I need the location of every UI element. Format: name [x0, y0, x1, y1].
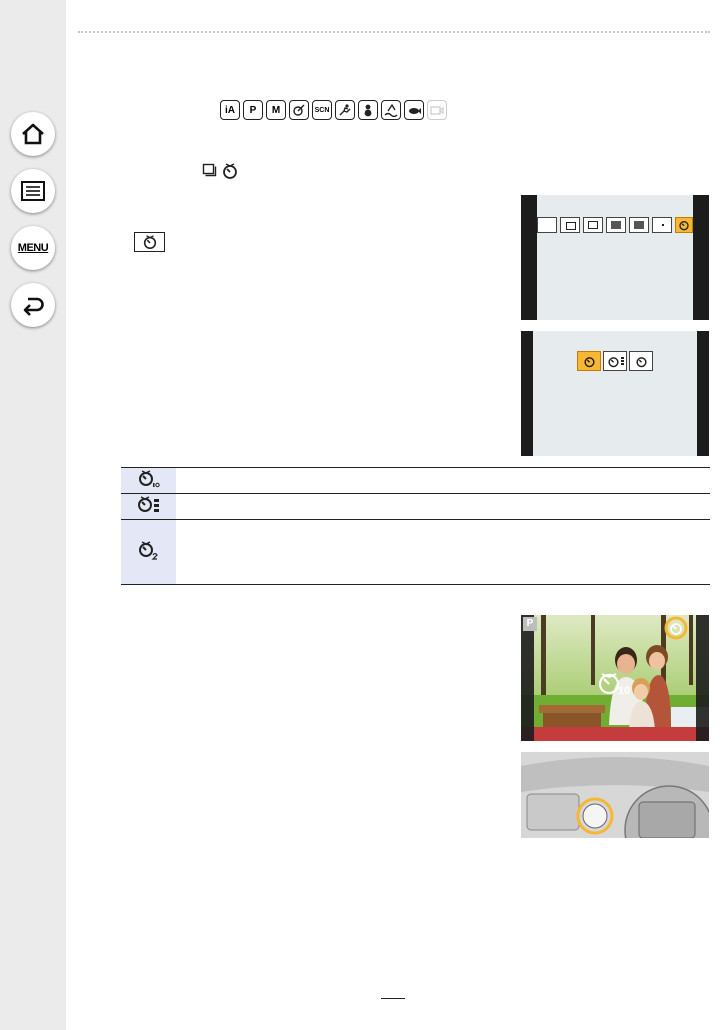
table-row: [121, 519, 710, 585]
table-row: [121, 467, 710, 494]
home-icon: [22, 123, 44, 145]
self-timer-key-icon: [134, 232, 165, 252]
self-timer-icon: [223, 163, 237, 179]
drive-option-self-timer: [675, 217, 693, 233]
timer-10s-3pictures-icon: [137, 496, 159, 512]
page-number-rule: [381, 998, 405, 999]
drive-mode-icons: [202, 162, 239, 180]
home-button[interactable]: [11, 112, 55, 156]
mode-icons: iA P M SCN: [220, 100, 447, 122]
menu-label: MENU: [17, 242, 49, 254]
beach-mode-icon: [381, 100, 401, 120]
family-photo: [521, 615, 709, 741]
drive-option-4k: [537, 217, 557, 233]
timer-option-2s: [629, 351, 653, 371]
menu-button[interactable]: MENU: [11, 226, 55, 270]
timer-2s-icon-cell: [121, 519, 176, 585]
table-cell-description: [176, 493, 710, 520]
timer-option-10s: [577, 351, 601, 371]
timer-10s-icon: [138, 470, 160, 488]
table-row: [121, 493, 710, 520]
drive-option-auto-bracket: [606, 217, 626, 233]
drive-option-burst: [583, 217, 603, 233]
intelligent-auto-icon: iA: [220, 100, 240, 120]
video-mode-icon: [427, 100, 447, 120]
timer-2s-icon: [138, 540, 158, 560]
record-mode-badge: P: [523, 617, 537, 631]
drive-option-panorama: [652, 217, 672, 233]
contents-button[interactable]: [11, 169, 55, 213]
countdown-value: 10: [618, 685, 631, 697]
underwater-mode-icon: [404, 100, 424, 120]
scene-mode-icon: SCN: [312, 100, 332, 120]
program-mode-icon: P: [243, 100, 263, 120]
screen-panel: [533, 331, 697, 456]
manual-mode-icon: M: [266, 100, 286, 120]
drive-option-single: [560, 217, 580, 233]
drive-option-aspect-bracket: [629, 217, 649, 233]
creative-control-icon: [289, 100, 309, 120]
back-button[interactable]: [11, 283, 55, 327]
timer-option-10s-3pictures: [603, 351, 627, 371]
timer-options-table: [121, 467, 710, 585]
timer-10s-3-icon-cell: [121, 493, 176, 520]
snow-mode-icon: [358, 100, 378, 120]
timer-10s-icon-cell: [121, 467, 176, 494]
table-cell-description: [176, 519, 710, 585]
drive-mode-screen: [521, 195, 709, 320]
sidebar: MENU: [0, 0, 66, 1030]
list-icon: [21, 181, 45, 201]
recording-screen-photo: P 10: [521, 615, 709, 741]
sports-mode-icon: [335, 100, 355, 120]
camera-body: [521, 752, 709, 838]
camera-front-illustration: [521, 752, 709, 838]
screen-panel: [537, 195, 693, 320]
burst-icon: [202, 163, 217, 177]
self-timer-screen: [521, 331, 709, 456]
back-icon: [23, 297, 44, 316]
header-rule: [78, 31, 710, 33]
table-cell-description: [176, 467, 710, 494]
